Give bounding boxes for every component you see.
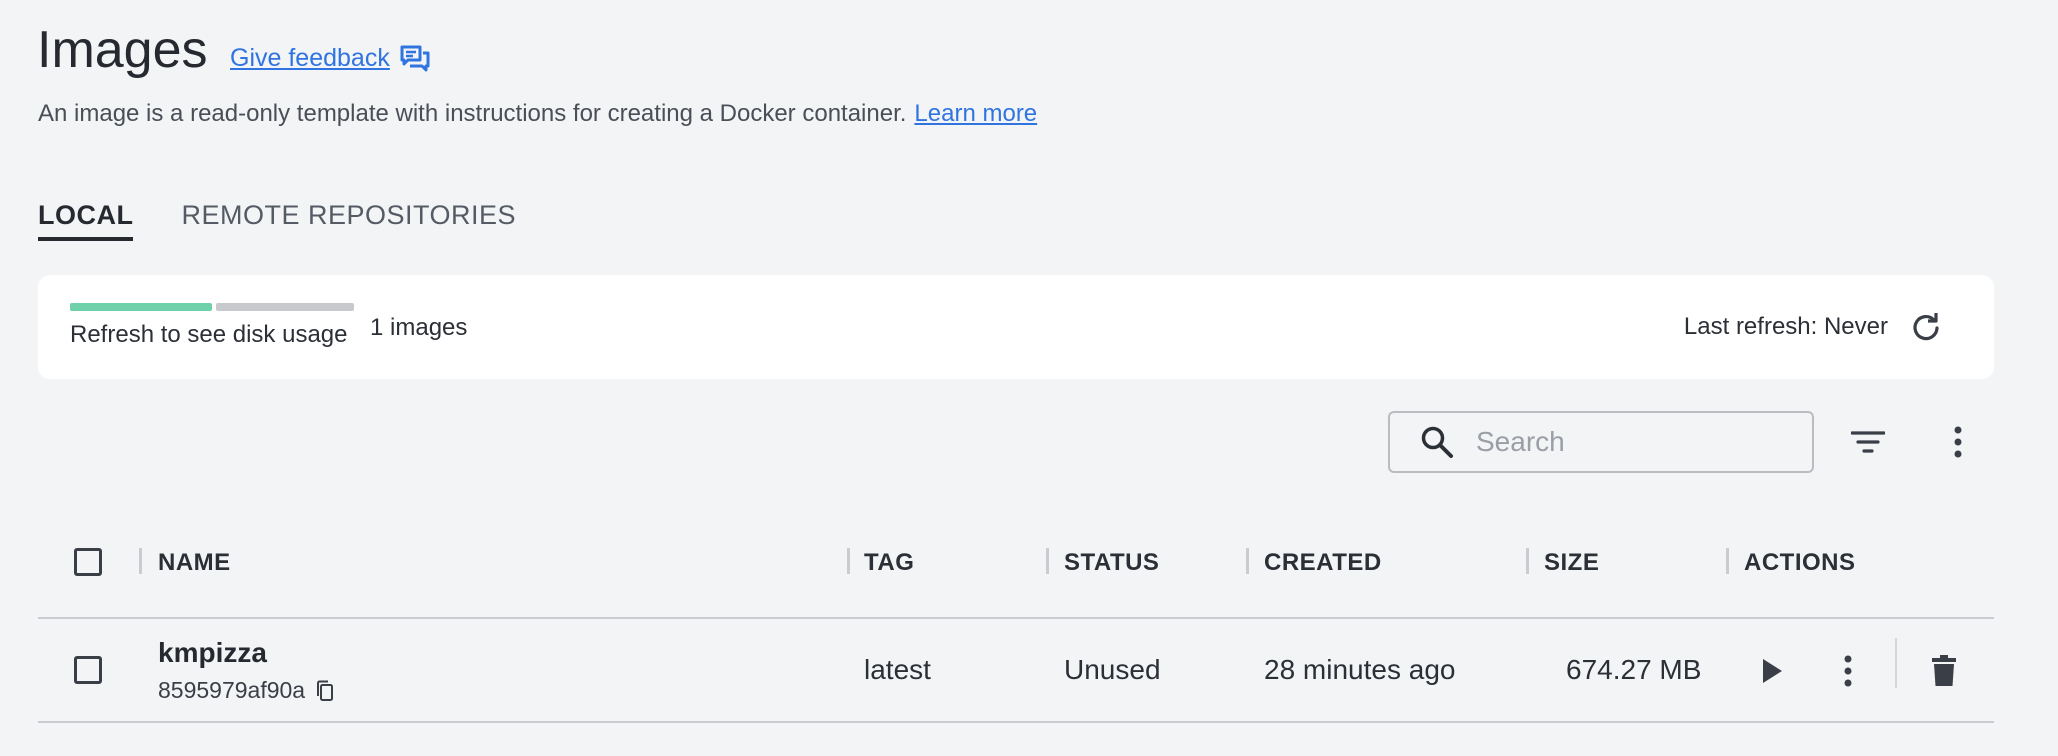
disk-usage-card: Refresh to see disk usage 1 images Last … (38, 275, 1994, 379)
image-created: 28 minutes ago (1264, 654, 1456, 685)
image-id: 8595979af90a (158, 677, 335, 704)
delete-image-button[interactable] (1924, 651, 1964, 691)
copy-icon (317, 680, 334, 701)
give-feedback-link[interactable]: Give feedback (230, 44, 430, 73)
image-id-text: 8595979af90a (158, 677, 306, 703)
disk-usage-bar (70, 303, 354, 311)
trash-icon (1932, 655, 1956, 686)
play-icon (1763, 659, 1782, 683)
table-header-divider (38, 617, 1994, 619)
image-tag: latest (864, 654, 931, 685)
column-separator (1246, 548, 1249, 574)
column-header-actions: ACTIONS (1744, 549, 1856, 576)
column-header-size[interactable]: SIZE (1544, 549, 1599, 577)
run-image-button[interactable] (1752, 651, 1792, 691)
give-feedback-label: Give feedback (230, 44, 390, 72)
column-separator (1046, 548, 1049, 574)
copy-id-button[interactable] (315, 680, 335, 702)
disk-usage-label: Refresh to see disk usage (70, 321, 348, 348)
more-options-button[interactable] (1938, 422, 1978, 462)
image-name[interactable]: kmpizza (158, 637, 267, 669)
column-separator (1726, 548, 1729, 574)
refresh-button[interactable] (1908, 309, 1944, 345)
filter-button[interactable] (1848, 422, 1888, 462)
column-separator (139, 548, 142, 574)
page-subtitle: An image is a read-only template with in… (38, 100, 1037, 128)
column-header-status[interactable]: STATUS (1064, 549, 1159, 577)
column-header-name[interactable]: NAME (158, 549, 231, 577)
row-select-checkbox[interactable] (74, 656, 102, 684)
search-input[interactable] (1474, 425, 1778, 459)
actions-divider (1895, 638, 1897, 688)
search-box[interactable] (1388, 411, 1814, 473)
tab-bar: LOCAL REMOTE REPOSITORIES (38, 200, 516, 241)
subtitle-text: An image is a read-only template with in… (38, 100, 907, 127)
table-row-divider (38, 721, 1994, 723)
column-header-tag[interactable]: TAG (864, 549, 914, 577)
last-refresh-text: Last refresh: Never (1683, 313, 1888, 340)
column-header-created[interactable]: CREATED (1264, 549, 1382, 577)
column-separator (847, 548, 850, 574)
learn-more-link[interactable]: Learn more (914, 100, 1037, 127)
image-count: 1 images (370, 314, 468, 341)
select-all-checkbox[interactable] (74, 548, 102, 576)
search-icon (1421, 426, 1453, 458)
image-size: 674.27 MB (1566, 654, 1702, 685)
page-title: Images (37, 21, 208, 79)
image-status: Unused (1064, 654, 1161, 685)
filter-icon (1851, 431, 1885, 453)
disk-usage-bar-remaining (216, 303, 354, 311)
column-separator (1526, 548, 1529, 574)
kebab-menu-icon (1954, 426, 1962, 458)
kebab-menu-icon (1844, 655, 1852, 687)
tab-local[interactable]: LOCAL (38, 200, 134, 241)
feedback-chat-icon (400, 45, 430, 71)
refresh-icon (1913, 313, 1939, 341)
disk-usage-bar-fill (70, 303, 212, 311)
row-more-options-button[interactable] (1828, 651, 1868, 691)
tab-remote-repositories[interactable]: REMOTE REPOSITORIES (181, 200, 516, 241)
